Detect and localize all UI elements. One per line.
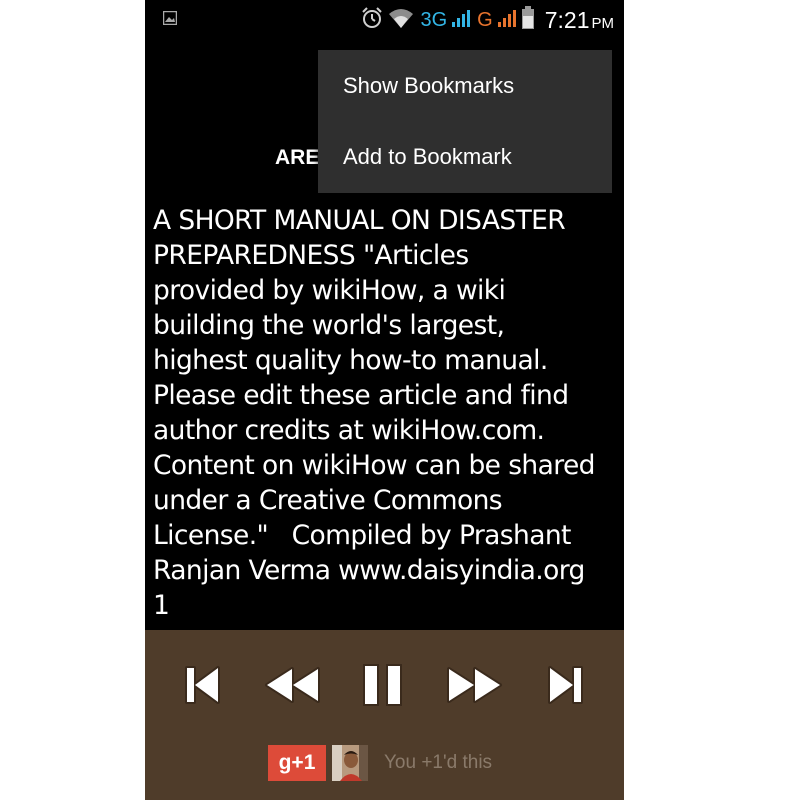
google-plus-one-button[interactable]: g+1	[268, 745, 326, 781]
alarm-icon	[360, 6, 384, 35]
menu-item-add-to-bookmark[interactable]: Add to Bookmark	[318, 121, 612, 192]
skip-next-button[interactable]	[542, 660, 590, 710]
skip-next-icon	[548, 666, 583, 704]
rewind-button[interactable]	[262, 660, 322, 710]
menu-item-show-bookmarks[interactable]: Show Bookmarks	[318, 50, 612, 121]
fast-forward-button[interactable]	[445, 660, 505, 710]
plus-one-status-text: You +1'd this	[384, 752, 493, 773]
pause-icon	[363, 664, 402, 706]
image-notification-icon	[162, 10, 178, 26]
network-3g-label: 3G	[420, 8, 448, 31]
skip-previous-button[interactable]	[178, 660, 226, 710]
overflow-menu: Show Bookmarks Add to Bookmark	[318, 50, 612, 193]
player-controls	[145, 660, 624, 710]
signal-icon	[497, 8, 517, 33]
skip-previous-icon	[185, 666, 220, 704]
phone-screen: 3G G 7:21 PM ARE A SHORT MANUAL ON DISAS…	[145, 0, 624, 800]
social-bar: g+1 You +1'd this	[268, 744, 492, 782]
wifi-icon	[388, 7, 414, 34]
network-g-label: G	[477, 8, 493, 31]
clock: 7:21 PM	[545, 7, 614, 34]
player-panel: g+1 You +1'd this	[145, 630, 624, 800]
signal-icon	[451, 8, 471, 33]
status-icons: 3G G 7:21 PM	[360, 4, 614, 36]
status-bar: 3G G 7:21 PM	[145, 0, 624, 40]
fast-forward-icon	[447, 667, 502, 703]
avatar	[332, 745, 368, 781]
clock-time: 7:21	[544, 6, 590, 33]
book-heading: ARE	[275, 146, 320, 169]
battery-icon	[521, 5, 535, 35]
clock-ampm: PM	[591, 14, 615, 32]
book-text: A SHORT MANUAL ON DISASTER PREPAREDNESS …	[153, 205, 595, 621]
rewind-icon	[265, 667, 320, 703]
pause-button[interactable]	[359, 660, 407, 710]
